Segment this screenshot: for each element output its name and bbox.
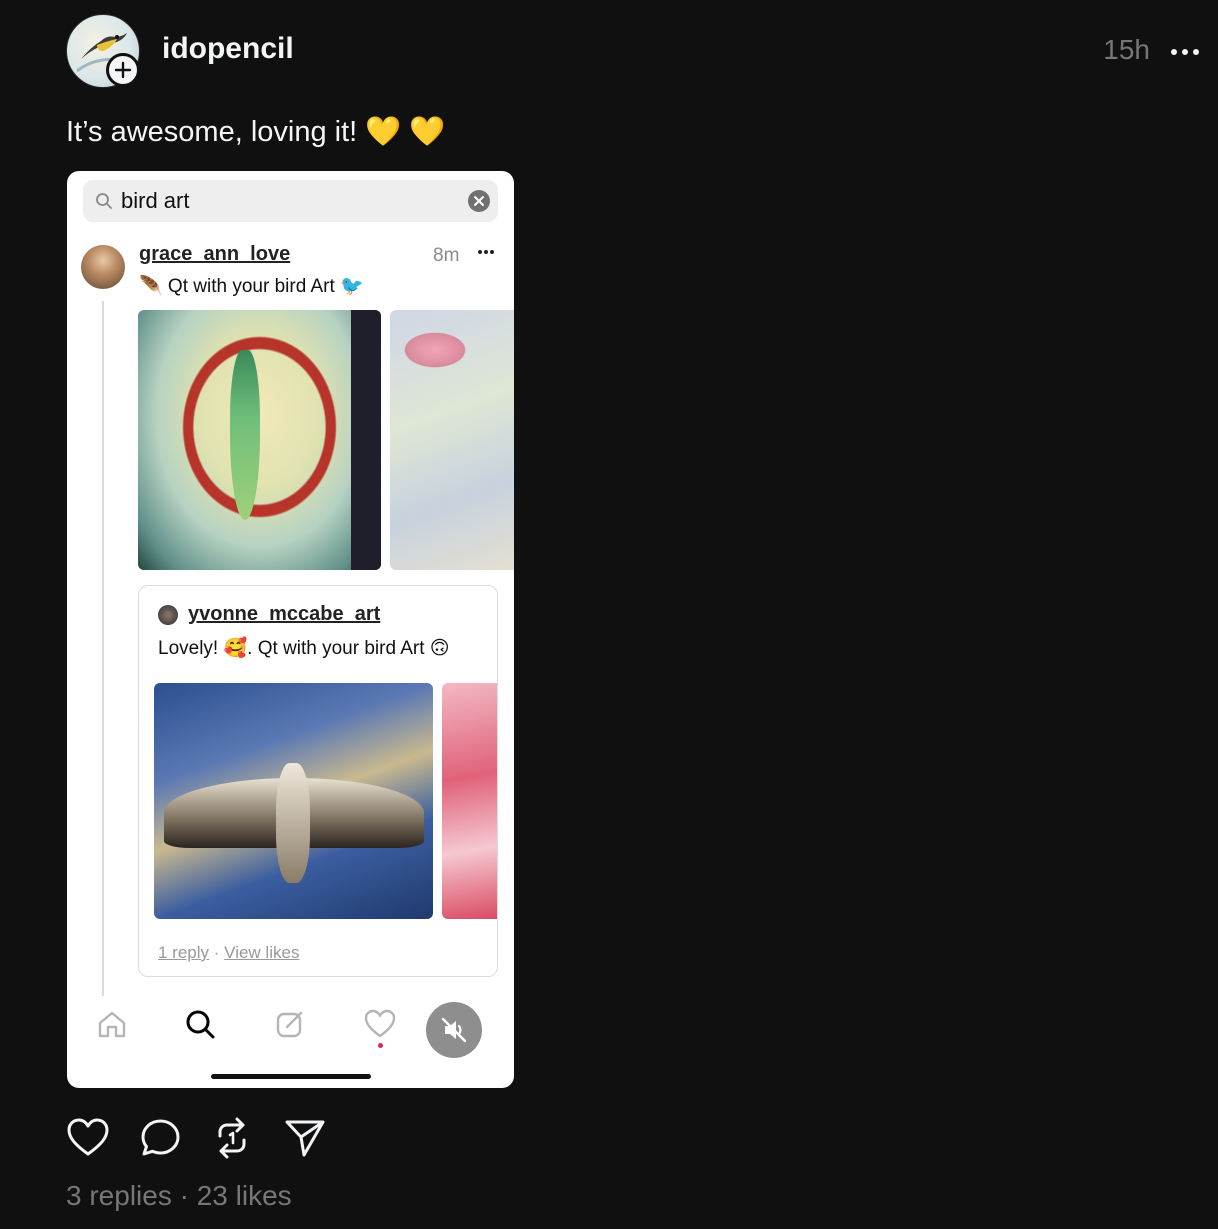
stats-separator: · [179,1180,189,1211]
mute-button[interactable] [426,1002,482,1058]
post-caption: It’s awesome, loving it! 💛 💛 [66,116,446,148]
grace-avatar[interactable] [81,245,125,289]
search-icon[interactable] [183,1007,217,1041]
home-indicator [211,1074,371,1079]
heart-icon[interactable] [363,1007,397,1041]
grace-post-time: 8m [433,245,460,266]
yvonne-username[interactable]: yvonne_mccabe_art [188,603,380,626]
quoted-post[interactable]: yvonne_mccabe_art Lovely! 🥰. Qt with you… [138,585,498,977]
post-more-button[interactable] [1168,38,1202,66]
reply-count-link[interactable]: 1 reply [158,943,209,962]
follow-add-button[interactable] [106,53,140,87]
likes-count[interactable]: 23 likes [197,1180,292,1211]
home-icon[interactable] [95,1007,129,1041]
more-icon [1171,49,1199,55]
quote-links: 1 reply · View likes [158,943,299,963]
clear-icon[interactable] [468,190,490,212]
image-edge [351,310,381,570]
compose-icon[interactable] [273,1007,307,1041]
osprey-body [276,763,310,883]
notification-dot [378,1043,383,1048]
osprey-painting-image[interactable] [154,683,433,919]
comment-icon[interactable] [139,1116,183,1160]
attached-screenshot[interactable]: bird art grace_ann_love 8m 🪶 Qt with you… [67,171,514,1088]
thread-line [102,301,104,996]
quetzal-painting-image[interactable] [138,310,381,570]
repost-icon[interactable] [212,1116,252,1160]
mute-icon [441,1017,467,1043]
post-timestamp: 15h [1103,34,1150,65]
search-bar[interactable]: bird art [83,180,498,222]
flower-figure [400,330,470,370]
grace-username[interactable]: grace_ann_love [139,243,290,266]
flower-painting-image[interactable] [390,310,514,570]
search-icon [96,193,112,209]
share-icon[interactable] [284,1116,326,1160]
link-separator: · [213,943,220,962]
post-stats: 3 replies · 23 likes [66,1180,292,1212]
author-username[interactable]: idopencil [162,32,294,66]
more-icon[interactable] [477,249,495,255]
yvonne-post-text: Lovely! 🥰. Qt with your bird Art 🙃 [158,638,450,659]
quetzal-figure [230,350,260,520]
search-input[interactable]: bird art [121,188,189,214]
replies-count[interactable]: 3 replies [66,1180,172,1211]
view-likes-link[interactable]: View likes [224,943,299,962]
grace-post-text: 🪶 Qt with your bird Art 🐦 [139,276,364,297]
pink-painting-image[interactable] [442,683,497,919]
yvonne-avatar[interactable] [158,605,178,625]
like-heart-icon[interactable] [66,1116,110,1160]
plus-icon [114,61,132,79]
